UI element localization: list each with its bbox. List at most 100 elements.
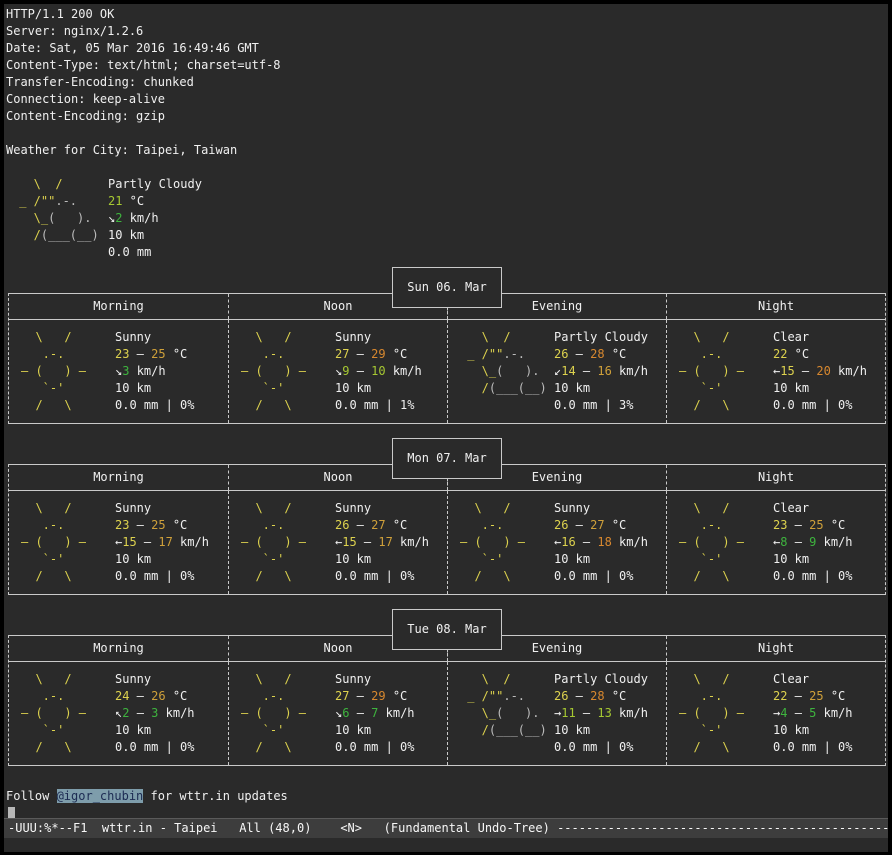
text-segment: km/h xyxy=(378,706,414,720)
visibility: 10 km xyxy=(115,380,194,397)
precipitation: 0.0 mm | 0% xyxy=(554,739,648,756)
text-segment: km/h xyxy=(122,211,158,225)
text-segment: Sunny xyxy=(335,672,371,686)
sunny-icon: \ / .-.– ( ) – `-' / \ xyxy=(229,329,335,414)
text-segment: – ( ) – xyxy=(460,535,525,549)
visibility: 10 km xyxy=(115,722,195,739)
forecast-cell-evening: \ / _ /"".-. \_( ). /(___(__)Partly Clou… xyxy=(447,320,666,423)
text-segment: 10 km xyxy=(108,228,144,242)
text-segment: 26 xyxy=(554,518,568,532)
text-segment: / \ xyxy=(460,569,511,583)
condition-label: Partly Cloudy xyxy=(554,329,648,346)
text-segment: 0.0 mm xyxy=(108,245,151,259)
condition-label: Clear xyxy=(773,671,853,688)
temperature-range: 23 – 25 °C xyxy=(773,517,853,534)
condition-label: Sunny xyxy=(115,671,195,688)
text-segment: °C xyxy=(824,518,846,532)
precipitation: 0.0 mm | 0% xyxy=(115,397,194,414)
text-segment: .-. xyxy=(679,518,722,532)
text-segment: – xyxy=(576,535,598,549)
temperature-range: 22 – 25 °C xyxy=(773,688,853,705)
text-segment: – xyxy=(787,518,809,532)
forecast-table-mon-07-mar: Mon 07. MarMorningNoonEveningNight \ / .… xyxy=(8,464,886,595)
text-segment: 27 xyxy=(335,689,349,703)
text-segment: °C xyxy=(122,194,144,208)
text-segment: (___(__) xyxy=(489,723,547,737)
text-segment: – ( ) – xyxy=(679,706,744,720)
forecast-cell-evening: \ / .-.– ( ) – `-' / \Sunny26 – 27 °C←16… xyxy=(447,491,666,594)
text-segment: Clear xyxy=(773,501,809,515)
sunny-icon: \ / .-.– ( ) – `-' / \ xyxy=(229,500,335,585)
text-segment: °C xyxy=(166,518,188,532)
date-label: Mon 07. Mar xyxy=(407,450,486,467)
text-segment: / \ xyxy=(241,398,292,412)
weather-details: Sunny27 – 29 °C↘9 – 10 km/h10 km0.0 mm |… xyxy=(335,329,422,414)
text-segment: ( ). xyxy=(48,211,91,225)
text-segment: km/h xyxy=(173,535,209,549)
visibility: 10 km xyxy=(335,722,415,739)
text-segment: 10 km xyxy=(335,723,371,737)
text-segment: km/h xyxy=(158,706,194,720)
sunny-icon: \ / .-.– ( ) – `-' / \ xyxy=(229,671,335,756)
text-segment: – xyxy=(129,706,151,720)
text-segment: – ( ) – xyxy=(679,535,744,549)
text-segment: km/h xyxy=(386,364,422,378)
text-segment: \_ xyxy=(460,364,496,378)
temperature-range: 21 °C xyxy=(108,193,202,210)
text-segment: 26 xyxy=(554,689,568,703)
text-segment: \ / xyxy=(21,672,72,686)
text-segment: – xyxy=(349,364,371,378)
text-segment: Sunny xyxy=(335,501,371,515)
wind-speed: →4 – 5 km/h xyxy=(773,705,853,722)
text-segment: – ( ) – xyxy=(241,706,306,720)
temperature-range: 23 – 25 °C xyxy=(115,517,209,534)
wind-speed: ←16 – 18 km/h xyxy=(554,534,648,551)
text-segment: 10 xyxy=(371,364,385,378)
temperature-range: 26 – 27 °C xyxy=(554,517,648,534)
text-segment: 23 xyxy=(115,518,129,532)
text-segment: 17 xyxy=(378,535,392,549)
visibility: 10 km xyxy=(108,227,202,244)
text-segment: 0.0 mm | 0% xyxy=(335,569,414,583)
text-segment: km/h xyxy=(612,706,648,720)
text-segment: `-' xyxy=(460,552,503,566)
text-segment: Sunny xyxy=(335,330,371,344)
text-segment: .-. xyxy=(679,689,722,703)
weather-details: Clear22 – 25 °C→4 – 5 km/h10 km0.0 mm | … xyxy=(773,671,853,756)
text-segment: km/h xyxy=(612,364,648,378)
text-segment: °C xyxy=(605,518,627,532)
precipitation: 0.0 mm | 0% xyxy=(115,568,209,585)
text-segment: ( ). xyxy=(496,364,539,378)
text-segment: 27 xyxy=(371,518,385,532)
forecast-cell-noon: \ / .-.– ( ) – `-' / \Sunny27 – 29 °C↘6 … xyxy=(228,662,447,765)
text-segment: / \ xyxy=(679,398,730,412)
text-segment: 11 xyxy=(561,706,575,720)
text-segment: .-. xyxy=(21,689,64,703)
text-segment: 0.0 mm | 0% xyxy=(115,740,194,754)
text-segment: .-. xyxy=(460,518,503,532)
text-segment: – ( ) – xyxy=(241,535,306,549)
condition-label: Sunny xyxy=(335,671,415,688)
wind-speed: ←15 – 17 km/h xyxy=(335,534,429,551)
text-segment: Clear xyxy=(773,672,809,686)
condition-label: Sunny xyxy=(115,500,209,517)
forecast-table-sun-06-mar: Sun 06. MarMorningNoonEveningNight \ / .… xyxy=(8,293,886,424)
text-segment: °C xyxy=(605,347,627,361)
text-segment: `-' xyxy=(679,723,722,737)
twitter-handle-link[interactable]: @igor_chubin xyxy=(57,789,144,803)
text-segment: (___(__) xyxy=(489,381,547,395)
text-segment: \ / xyxy=(12,177,63,191)
date-box: Mon 07. Mar xyxy=(392,438,502,479)
current-conditions: \ / _ /"".-. \_( ). /(___(__)Partly Clou… xyxy=(6,176,888,261)
text-segment: / \ xyxy=(21,569,72,583)
date-label: Sun 06. Mar xyxy=(407,279,486,296)
forecast-cell-night: \ / .-.– ( ) – `-' / \Clear22 °C←15 – 20… xyxy=(666,320,885,423)
condition-label: Sunny xyxy=(115,329,194,346)
text-segment: \ / xyxy=(460,330,511,344)
text-segment: 0.0 mm | 0% xyxy=(773,569,852,583)
sunny-icon: \ / .-.– ( ) – `-' / \ xyxy=(448,500,554,585)
text-segment: ( ). xyxy=(496,706,539,720)
text-segment: – xyxy=(795,364,817,378)
partly-cloudy-icon: \ / _ /"".-. \_( ). /(___(__) xyxy=(448,671,554,756)
temperature-range: 24 – 26 °C xyxy=(115,688,195,705)
